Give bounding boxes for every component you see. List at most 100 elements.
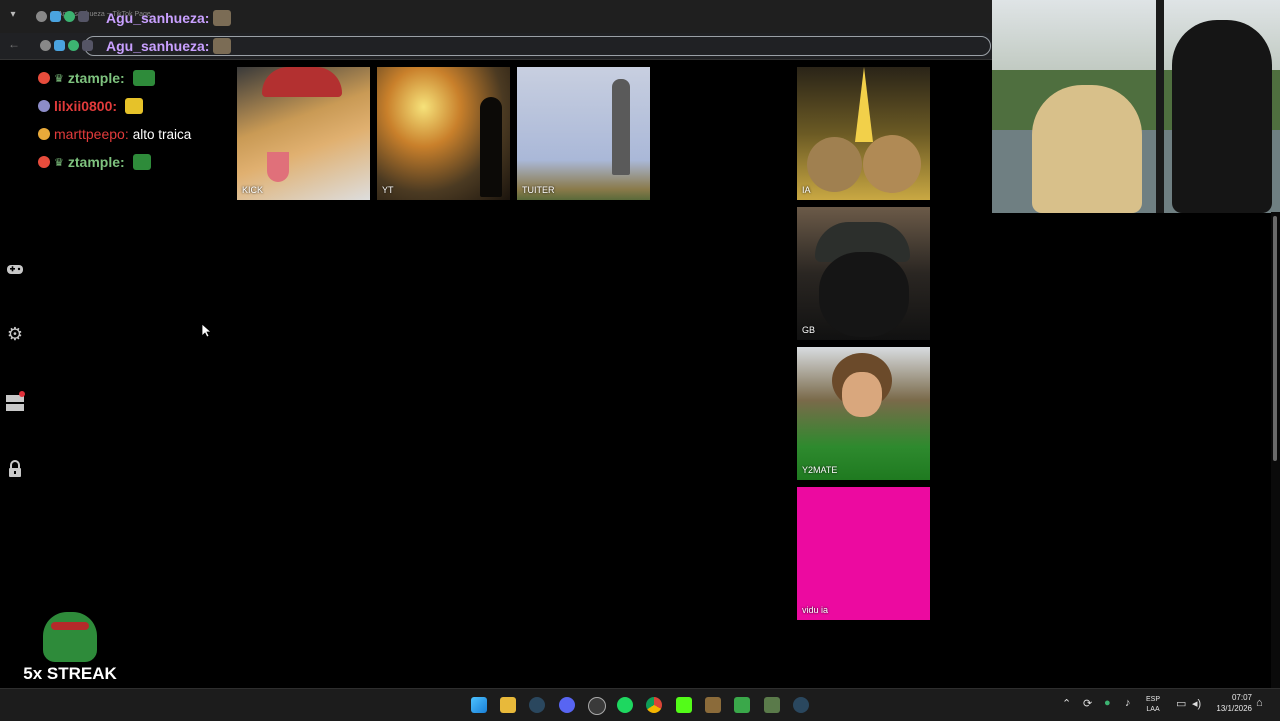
chevron-up-icon[interactable]: ⌃	[1062, 697, 1071, 710]
badge-icon	[36, 11, 47, 22]
chat-username: ztample:	[67, 154, 125, 170]
notification-icon[interactable]: ⌂	[1256, 697, 1263, 709]
emote-icon	[125, 98, 144, 114]
person-shape	[1172, 20, 1272, 213]
lang-bottom: LAA	[1146, 706, 1160, 713]
badge-icon	[38, 156, 50, 168]
network-icon[interactable]: ▭	[1176, 697, 1186, 710]
lang-top: ESP	[1146, 696, 1161, 703]
overlay-username: Agu_sanhueza:	[106, 10, 210, 26]
file-explorer-icon[interactable]	[500, 697, 516, 713]
address-badges	[40, 40, 93, 51]
volume-icon[interactable]: ◂)	[1192, 697, 1201, 710]
face-shape	[842, 372, 882, 417]
cat-shape	[863, 135, 921, 193]
browser-address-bar: ← Agu_sanhueza:	[0, 33, 992, 60]
emote-icon	[132, 154, 151, 170]
badge-icon	[82, 40, 93, 51]
tile-label: KICK	[242, 185, 264, 195]
webcam-feed	[992, 0, 1280, 213]
tile-yt[interactable]: YT	[377, 67, 510, 200]
clock-date: 13/1/2026	[1216, 704, 1252, 713]
badge-icon	[50, 11, 61, 22]
clock-time: 07:07	[1231, 693, 1252, 702]
badge-icon: ♛	[54, 72, 64, 85]
dog-tongue-shape	[267, 152, 289, 182]
badge-icon	[40, 40, 51, 51]
chat-line: marttpeepo: alto traica	[38, 120, 228, 148]
minecraft-icon[interactable]	[705, 697, 721, 713]
tile-label: GB	[802, 325, 816, 335]
tile-vidu-ia[interactable]: vidu ia	[797, 487, 930, 620]
badge-icon	[38, 72, 50, 84]
chevron-down-icon[interactable]: ▾	[6, 8, 20, 22]
discord-icon[interactable]	[559, 697, 575, 713]
scrollbar[interactable]	[1271, 212, 1280, 688]
chat-line: lilxii0800:	[38, 92, 228, 120]
tile-gb[interactable]: GB	[797, 207, 930, 340]
taskbar: ⌃ ⟳ ● ♪ ESP LAA ▭ ◂) 07:07 13/1/2026 ⌂	[0, 688, 1280, 721]
chat-line: ♛ ztample:	[38, 148, 228, 176]
person-shape	[612, 79, 630, 175]
mouse-cursor-icon	[201, 323, 213, 343]
tile-kick[interactable]: KICK	[237, 67, 370, 200]
windows-start-icon[interactable]	[471, 697, 487, 713]
emote-icon	[213, 10, 232, 26]
tile-label: vidu ia	[802, 605, 829, 615]
microphone-icon[interactable]: ♪	[1125, 697, 1131, 709]
tile-ia[interactable]: IA	[797, 67, 930, 200]
streak-text: 5x STREAK	[23, 664, 117, 683]
tile-label: TUITER	[522, 185, 555, 195]
badge-icon	[54, 40, 65, 51]
eiffel-tower-shape	[855, 67, 873, 142]
tile-label: IA	[802, 185, 811, 195]
tile-y2mate[interactable]: Y2MATE	[797, 347, 930, 480]
tile-tuiter[interactable]: TUITER	[517, 67, 650, 200]
gamepad-icon[interactable]	[5, 260, 25, 280]
overlay-top-line-1: Agu_sanhueza:	[106, 10, 232, 26]
chat-overlay: ♛ ztample: lilxii0800: marttpeepo: alto …	[38, 64, 228, 176]
gear-icon[interactable]: ⚙	[5, 324, 25, 344]
steam-icon[interactable]	[793, 697, 809, 713]
scrollbar-thumb[interactable]	[1273, 216, 1277, 461]
obs-icon[interactable]	[588, 697, 606, 715]
launcher-icon[interactable]	[734, 697, 750, 713]
sync-icon[interactable]: ⟳	[1083, 697, 1092, 710]
overlay-username: Agu_sanhueza:	[106, 38, 210, 54]
overlay-top-line-2: Agu_sanhueza:	[106, 38, 232, 54]
arrow-left-icon[interactable]: ←	[8, 37, 20, 51]
emote-icon	[132, 70, 155, 86]
app-icon[interactable]	[764, 697, 780, 713]
clock[interactable]: 07:07 13/1/2026	[1216, 692, 1252, 714]
chat-username: ztample:	[67, 70, 125, 86]
chat-username: marttpeepo:	[54, 126, 129, 142]
cat-shape	[807, 137, 862, 192]
top-badges	[36, 11, 89, 22]
soldier-silhouette-shape	[480, 97, 502, 197]
tile-label: Y2MATE	[802, 465, 838, 475]
badge-icon	[38, 100, 50, 112]
chat-message: alto traica	[132, 126, 192, 142]
pepe-emote-icon	[43, 612, 97, 662]
lock-icon[interactable]	[5, 460, 25, 480]
streak-widget: 5x STREAK	[14, 612, 126, 684]
door-frame-shape	[1156, 0, 1164, 213]
chrome-icon[interactable]	[646, 697, 662, 713]
badge-icon	[68, 40, 79, 51]
steam-icon[interactable]	[529, 697, 545, 713]
emote-icon	[213, 38, 232, 54]
badge-icon	[38, 128, 50, 140]
badge-icon	[64, 11, 75, 22]
chat-username: lilxii0800:	[54, 98, 118, 114]
badge-icon	[78, 11, 89, 22]
kick-icon[interactable]	[676, 697, 692, 713]
pepe-mouth-shape	[51, 622, 89, 630]
layers-notification-icon[interactable]	[5, 391, 25, 411]
language-indicator[interactable]: ESP LAA	[1146, 695, 1160, 715]
spotify-icon[interactable]	[617, 697, 633, 713]
badge-icon: ♛	[54, 156, 64, 169]
cat-shape	[819, 252, 909, 337]
tile-label: YT	[382, 185, 394, 195]
person-shape	[1032, 85, 1142, 213]
shield-icon[interactable]: ●	[1104, 697, 1111, 709]
